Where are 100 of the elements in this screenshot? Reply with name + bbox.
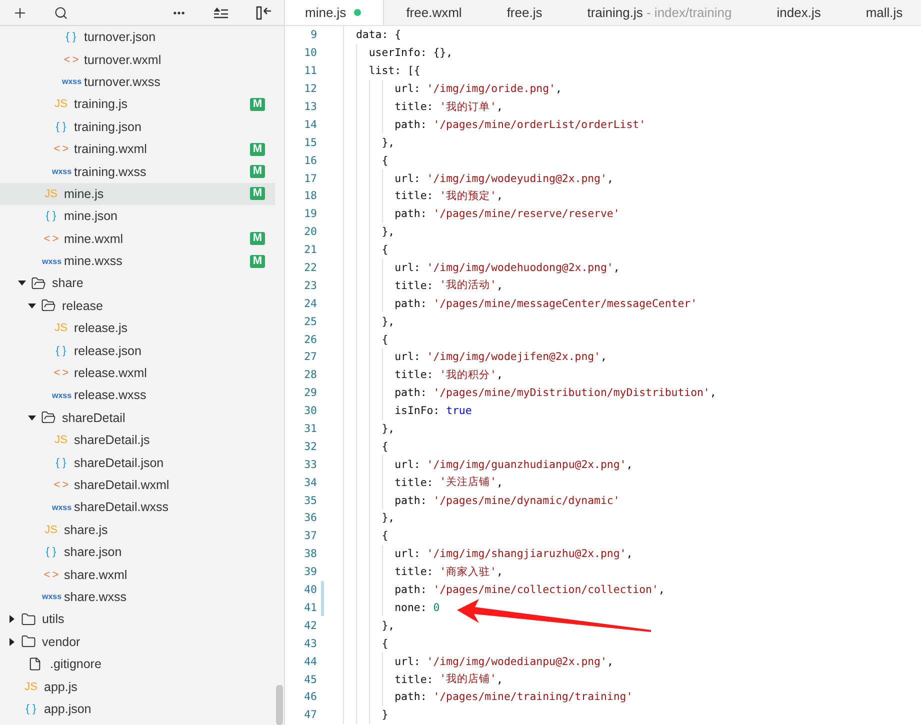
json-file-icon: { } bbox=[52, 344, 70, 357]
code-line: }, bbox=[344, 616, 395, 634]
file-row[interactable]: < > training.wxml M bbox=[0, 138, 275, 160]
search-icon bbox=[54, 6, 68, 20]
wxml-file-icon: < > bbox=[62, 54, 80, 66]
editor-tab[interactable]: training.js - index/training bbox=[565, 0, 755, 25]
line-number: 18 bbox=[304, 189, 318, 202]
caret-right-icon[interactable] bbox=[8, 615, 16, 624]
open-folder-icon bbox=[41, 298, 56, 314]
editor-tab[interactable]: index.js bbox=[754, 0, 844, 25]
code-line: url: '/img/img/oride.png', bbox=[344, 80, 562, 98]
line-number: 13 bbox=[304, 100, 318, 113]
code-line: userInfo: {}, bbox=[344, 44, 453, 62]
line-number: 30 bbox=[304, 404, 318, 418]
code-line: isInFo: true bbox=[344, 402, 472, 420]
scrollbar-thumb[interactable] bbox=[276, 685, 283, 725]
file-row[interactable]: < > shareDetail.wxml bbox=[0, 474, 275, 496]
js-file-icon: JS bbox=[22, 680, 40, 693]
file-row[interactable]: { } training.json bbox=[0, 116, 275, 138]
collapse-panel-button[interactable] bbox=[254, 4, 274, 22]
line-number: 27 bbox=[304, 350, 318, 364]
editor-tab[interactable]: mine.js bbox=[285, 0, 384, 25]
line-number: 47 bbox=[304, 708, 318, 722]
code-line: { bbox=[344, 330, 388, 348]
folder-row[interactable]: shareDetail bbox=[0, 406, 275, 430]
js-file-icon: JS bbox=[42, 524, 60, 536]
js-file-icon: JS bbox=[52, 322, 70, 334]
caret-down-icon[interactable] bbox=[28, 302, 36, 310]
file-icon bbox=[28, 657, 42, 672]
line-number: 24 bbox=[304, 296, 318, 310]
file-row[interactable]: JS share.js bbox=[0, 518, 275, 541]
file-row[interactable]: JS training.js M bbox=[0, 93, 275, 116]
file-name: mine.wxml bbox=[64, 232, 124, 246]
code-line: }, bbox=[344, 133, 395, 152]
file-row[interactable]: wxss shareDetail.wxss bbox=[0, 496, 275, 519]
code-line: { bbox=[344, 240, 388, 259]
line-number: 34 bbox=[304, 476, 318, 489]
file-row[interactable]: JS mine.js M bbox=[0, 182, 275, 206]
wxss-file-icon: wxss bbox=[62, 77, 80, 86]
js-file-icon: JS bbox=[42, 188, 60, 200]
folder-row[interactable]: share bbox=[0, 272, 275, 295]
folder-row[interactable]: release bbox=[0, 294, 275, 318]
file-row[interactable]: { } share.json bbox=[0, 540, 275, 564]
file-row[interactable]: { } turnover.json bbox=[0, 26, 275, 48]
file-row[interactable]: { } shareDetail.json bbox=[0, 451, 275, 474]
code-line: { bbox=[344, 526, 388, 545]
file-row[interactable]: JS shareDetail.js bbox=[0, 429, 275, 452]
file-row[interactable]: { } app.json bbox=[0, 698, 275, 720]
folder-row[interactable]: utils bbox=[0, 608, 275, 631]
caret-down-icon[interactable] bbox=[18, 279, 26, 288]
code-line: none: 0 bbox=[344, 598, 440, 616]
file-name: vendor bbox=[42, 634, 82, 649]
line-number: 38 bbox=[304, 547, 318, 560]
line-number: 42 bbox=[304, 618, 318, 632]
file-row[interactable]: JS app.js bbox=[0, 675, 275, 698]
file-row[interactable]: < > share.wxml bbox=[0, 563, 275, 586]
file-row[interactable]: { } mine.json bbox=[0, 205, 275, 228]
line-number: 19 bbox=[304, 207, 318, 220]
js-file-icon: JS bbox=[52, 434, 70, 446]
file-row[interactable]: wxss training.wxss M bbox=[0, 160, 275, 183]
json-file-icon: { } bbox=[22, 702, 40, 715]
modified-badge: M bbox=[250, 232, 265, 246]
wxss-file-icon: wxss bbox=[52, 390, 70, 400]
json-file-icon: { } bbox=[42, 210, 60, 222]
code-line: path: '/pages/mine/messageCenter/messageCenter' bbox=[344, 294, 697, 312]
code-line: { bbox=[344, 437, 388, 456]
code-line: path: '/pages/mine/myDistribution/myDistribution', bbox=[344, 384, 716, 402]
file-name: shareDetail.json bbox=[74, 456, 165, 470]
line-number: 40 bbox=[304, 583, 318, 596]
wxss-file-icon: wxss bbox=[52, 167, 70, 176]
line-number: 20 bbox=[304, 225, 318, 238]
file-row[interactable]: wxss release.wxss bbox=[0, 384, 275, 407]
editor-tab[interactable]: mall.js bbox=[844, 0, 904, 25]
code-line: title: '我的预定', bbox=[344, 187, 503, 205]
file-row[interactable]: < > turnover.wxml bbox=[0, 48, 275, 71]
file-row[interactable]: wxss turnover.wxss bbox=[0, 70, 275, 94]
code-line: title: '我的订单', bbox=[344, 98, 503, 116]
file-row[interactable]: < > mine.wxml M bbox=[0, 228, 275, 250]
file-row[interactable]: .gitignore bbox=[0, 652, 275, 676]
file-row[interactable]: wxss share.wxss bbox=[0, 586, 275, 608]
file-name: release bbox=[62, 298, 104, 313]
line-number: 11 bbox=[304, 64, 318, 78]
file-row[interactable]: JS release.js bbox=[0, 317, 275, 340]
editor-tab[interactable]: free.js bbox=[484, 0, 566, 25]
file-name: share bbox=[52, 276, 84, 290]
file-name: release.wxss bbox=[74, 388, 148, 402]
code-line: title: '商家入驻', bbox=[344, 562, 503, 581]
wxss-file-icon: wxss bbox=[42, 256, 60, 266]
sort-icon bbox=[214, 6, 228, 18]
file-row[interactable]: wxss mine.wxss M bbox=[0, 250, 275, 272]
caret-down-icon[interactable] bbox=[28, 414, 36, 422]
file-name: share.wxss bbox=[64, 590, 128, 604]
caret-right-icon[interactable] bbox=[8, 638, 16, 646]
file-row[interactable]: < > release.wxml bbox=[0, 362, 275, 384]
file-row[interactable]: { } release.json bbox=[0, 339, 275, 362]
folder-row[interactable]: vendor bbox=[0, 630, 275, 653]
line-number: 41 bbox=[304, 600, 318, 614]
editor-tab[interactable]: free.wxml bbox=[384, 0, 485, 25]
file-name: turnover.wxml bbox=[84, 52, 162, 67]
wxss-file-icon: wxss bbox=[52, 502, 70, 512]
